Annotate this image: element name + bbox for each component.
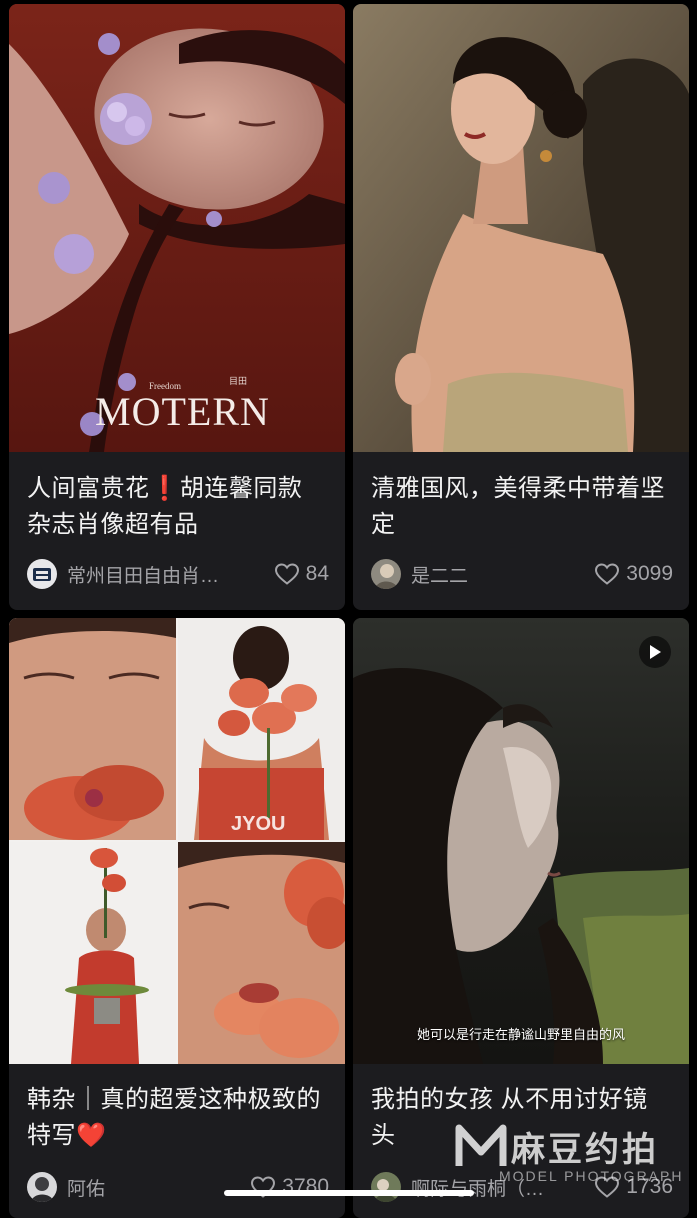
feed-card-1-meta: 常州目田自由肖… 84 (27, 558, 329, 590)
feed-card-3[interactable]: JYOU 韩杂｜真的超爱这种极致的特写❤️ 阿佑 3780 (9, 618, 345, 1218)
collage-photo (9, 618, 345, 1064)
feed-card-1[interactable]: MOTERN Freedom 目田 人间富贵花❗胡连馨同款杂志肖像超有品 常州目… (9, 4, 345, 610)
portrait-photo (353, 4, 689, 452)
cover-magazine-sub: Freedom (149, 381, 181, 391)
author-name[interactable]: 阿佑 (67, 1174, 242, 1201)
m-logo-icon (455, 1124, 507, 1166)
like-count: 84 (305, 562, 329, 585)
feed-card-1-cover-image[interactable]: MOTERN Freedom 目田 (9, 4, 345, 452)
play-icon (650, 645, 661, 659)
like-count: 3099 (626, 562, 673, 585)
feed-card-3-cover-image[interactable]: JYOU (9, 618, 345, 1064)
author-avatar[interactable] (27, 559, 57, 589)
feed-card-2-cover-image[interactable] (353, 4, 689, 452)
heart-outline-icon (595, 563, 620, 585)
feed-card-1-title[interactable]: 人间富贵花❗胡连馨同款杂志肖像超有品 (27, 471, 325, 543)
feed-card-3-title[interactable]: 韩杂｜真的超爱这种极致的特写❤️ (27, 1082, 325, 1154)
avatar-image (27, 559, 57, 589)
cover-magazine-title: MOTERN (95, 389, 270, 434)
author-avatar[interactable] (371, 1172, 401, 1202)
author-avatar[interactable] (27, 1172, 57, 1202)
feed-card-4-cover-image[interactable]: 她可以是行走在静谧山野里自由的风 (353, 618, 689, 1064)
avatar-image (371, 559, 401, 589)
author-name[interactable]: 常州目田自由肖… (67, 561, 266, 588)
like-button[interactable]: 84 (274, 562, 329, 586)
feed-card-3-meta: 阿佑 3780 (27, 1171, 329, 1203)
brand-watermark: 麻豆约拍 MODEL PHOTOGRAPH (451, 1120, 691, 1192)
watermark-sub: MODEL PHOTOGRAPH (499, 1168, 684, 1184)
feed-card-2[interactable]: 清雅国风，美得柔中带着坚定 是二二 3099 (353, 4, 689, 610)
portrait-photo (353, 618, 689, 1064)
watermark-brand: 麻豆约拍 (511, 1131, 659, 1169)
author-avatar[interactable] (371, 559, 401, 589)
home-indicator (224, 1190, 474, 1196)
feed-card-2-meta: 是二二 3099 (371, 558, 673, 590)
feed-card-2-title[interactable]: 清雅国风，美得柔中带着坚定 (371, 471, 669, 543)
play-button[interactable] (639, 636, 671, 668)
cover-corner-mark: 目田 (229, 376, 248, 386)
video-caption: 她可以是行走在静谧山野里自由的风 (416, 1027, 625, 1042)
author-name[interactable]: 是二二 (411, 561, 586, 588)
heart-outline-icon (274, 563, 299, 585)
cover-watermark: JYOU (231, 813, 286, 835)
avatar-image (371, 1172, 401, 1202)
avatar-image (27, 1172, 57, 1202)
like-button[interactable]: 3099 (594, 562, 673, 586)
